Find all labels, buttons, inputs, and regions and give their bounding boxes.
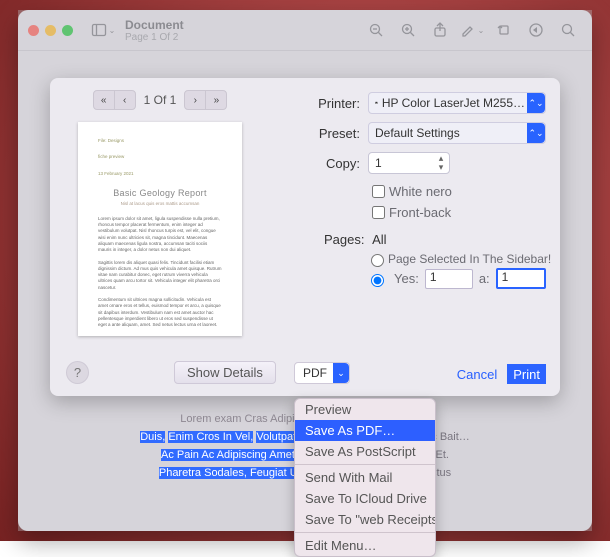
page-indicator: 1 Of 1 bbox=[144, 93, 177, 107]
show-details-button[interactable]: Show Details bbox=[174, 361, 276, 384]
two-sided-label: Front-back bbox=[389, 205, 451, 220]
menu-separator bbox=[295, 464, 435, 465]
print-preview-page: File: Designs ﬁche preview 13 February 2… bbox=[78, 122, 242, 336]
two-sided-checkbox[interactable] bbox=[372, 206, 385, 219]
menu-save-web-receipts[interactable]: Save To "web Receipts" bbox=[295, 509, 435, 530]
menu-separator bbox=[295, 532, 435, 533]
pages-from-field[interactable]: 1 bbox=[425, 269, 473, 289]
pages-selected-radio[interactable] bbox=[371, 254, 384, 267]
copies-stepper[interactable]: 1 ▴▾ bbox=[368, 152, 450, 174]
black-white-checkbox[interactable] bbox=[372, 185, 385, 198]
printer-label: Printer: bbox=[290, 96, 360, 111]
menu-open-in-preview[interactable]: Preview bbox=[295, 399, 435, 420]
preview-doc-title: Basic Geology Report bbox=[98, 187, 222, 200]
print-dialog: «‹ 1 Of 1 ›» File: Designs ﬁche preview … bbox=[50, 78, 560, 396]
black-white-label: White nero bbox=[389, 184, 452, 199]
preset-select[interactable]: Default Settings ⌃⌄ bbox=[368, 122, 546, 144]
chevron-down-icon: ⌄ bbox=[333, 363, 349, 383]
pages-range-radio[interactable] bbox=[371, 274, 384, 287]
page-next-button[interactable]: › bbox=[184, 90, 206, 110]
pages-all-value: All bbox=[372, 232, 386, 247]
preview-app-window: ⌄ Document Page 1 Of 2 ⌄ Lorem exam Cras… bbox=[18, 10, 592, 531]
menu-edit-menu[interactable]: Edit Menu… bbox=[295, 535, 435, 556]
preset-label: Preset: bbox=[290, 126, 360, 141]
menu-save-as-pdf[interactable]: Save As PDF… bbox=[295, 420, 435, 441]
pages-selected-label: Page Selected In The Sidebar! bbox=[388, 252, 551, 266]
print-button[interactable]: Print bbox=[507, 364, 546, 384]
menu-save-icloud[interactable]: Save To ICloud Drive bbox=[295, 488, 435, 509]
page-last-button[interactable]: » bbox=[205, 90, 227, 110]
pages-from-label: Yes: bbox=[394, 271, 419, 286]
menu-save-as-postscript[interactable]: Save As PostScript bbox=[295, 441, 435, 462]
pages-label: Pages: bbox=[324, 232, 364, 247]
stepper-arrows-icon: ▴▾ bbox=[433, 153, 449, 173]
help-button[interactable]: ? bbox=[66, 361, 89, 384]
pdf-dropdown-button[interactable]: PDF ⌄ bbox=[294, 362, 350, 384]
pages-to-label: a: bbox=[479, 271, 490, 286]
printer-select[interactable]: HP Color LaserJet M255… ⌃⌄ bbox=[368, 92, 546, 114]
pages-to-field[interactable]: 1 bbox=[496, 268, 546, 289]
printer-icon bbox=[375, 97, 378, 109]
copies-label: Copy: bbox=[290, 156, 360, 171]
menu-send-in-mail[interactable]: Send With Mail bbox=[295, 467, 435, 488]
chevron-updown-icon: ⌃⌄ bbox=[527, 123, 545, 143]
page-first-button[interactable]: « bbox=[93, 90, 115, 110]
cancel-button[interactable]: Cancel bbox=[447, 364, 507, 384]
doc-text-selected: Duis, bbox=[140, 431, 165, 443]
page-prev-button[interactable]: ‹ bbox=[114, 90, 136, 110]
chevron-updown-icon: ⌃⌄ bbox=[527, 93, 545, 113]
pdf-dropdown-menu: Preview Save As PDF… Save As PostScript … bbox=[294, 398, 436, 557]
